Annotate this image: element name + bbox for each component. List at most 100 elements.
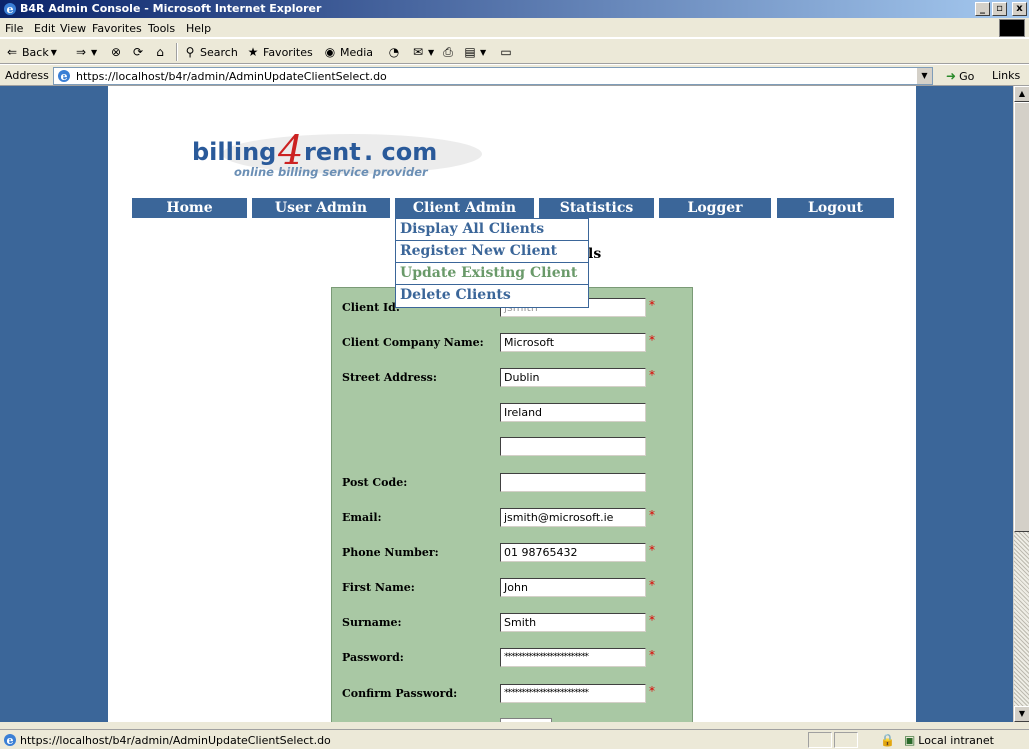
media-icon: ◉ <box>324 45 336 59</box>
field-input[interactable]: Dublin <box>500 368 646 387</box>
form-row: First Name: John * <box>332 578 694 598</box>
field-input[interactable]: Smith <box>500 613 646 632</box>
nav-user-admin[interactable]: User Admin <box>252 198 390 218</box>
svg-text:online billing service provide: online billing service provider <box>234 165 429 179</box>
history-icon: ◔ <box>388 45 400 59</box>
svg-text:e: e <box>7 3 14 16</box>
maximize-button[interactable]: ▫ <box>992 2 1007 16</box>
stop-icon: ⊗ <box>110 45 122 59</box>
menu-update-existing-client[interactable]: Update Existing Client <box>396 263 588 285</box>
menu-delete-clients[interactable]: Delete Clients <box>396 285 588 307</box>
field-input[interactable]: ************************ <box>500 648 646 667</box>
toolbar-separator <box>176 43 178 61</box>
menu-file[interactable]: File <box>5 22 23 35</box>
refresh-icon: ⟳ <box>132 45 144 59</box>
field-input[interactable]: Ireland <box>500 403 646 422</box>
menu-display-all-clients[interactable]: Display All Clients <box>396 219 588 241</box>
required-marker: * <box>649 578 655 592</box>
dropdown-arrow-icon: ▼ <box>50 47 57 57</box>
forward-button[interactable]: ⇒ ▼ <box>73 45 97 59</box>
field-input[interactable]: Microsoft <box>500 333 646 352</box>
edit-button[interactable]: ▤ ▼ <box>462 45 486 59</box>
nav-client-admin[interactable]: Client Admin <box>395 198 534 218</box>
form-row: Password: ************************ * <box>332 648 694 668</box>
client-form: Client Id:jsmith*Client Company Name:Mic… <box>331 287 693 722</box>
scroll-thumb[interactable] <box>1014 102 1029 532</box>
scroll-track[interactable] <box>1014 532 1029 706</box>
history-button[interactable]: ◔ <box>386 45 402 59</box>
main-nav: Home User Admin Client Admin Statistics … <box>132 198 894 218</box>
field-input[interactable]: ************************ <box>500 684 646 703</box>
back-arrow-icon: ⇐ <box>6 45 18 59</box>
lock-icon: 🔒 <box>880 733 895 747</box>
form-row: Surname: Smith * <box>332 613 694 633</box>
media-button[interactable]: ◉ Media <box>322 45 373 59</box>
status-pane <box>834 732 858 748</box>
favorites-icon: ★ <box>247 45 259 59</box>
field-input[interactable]: 01 98765432 <box>500 543 646 562</box>
intranet-icon: ▣ <box>903 733 916 747</box>
print-button[interactable]: ⎙ <box>440 45 456 59</box>
close-button[interactable]: x <box>1012 2 1027 16</box>
menu-edit[interactable]: Edit <box>34 22 55 35</box>
field-input[interactable] <box>500 473 646 492</box>
form-row: Ireland <box>332 403 694 423</box>
scroll-down-button[interactable]: ▼ <box>1014 706 1029 722</box>
mail-button[interactable]: ✉ ▼ <box>410 45 434 59</box>
home-button[interactable]: ⌂ <box>152 45 168 59</box>
dropdown-arrow-icon: ▼ <box>480 47 487 57</box>
dropdown-arrow-icon: ▼ <box>428 47 435 57</box>
title-bar: e B4R Admin Console - Microsoft Internet… <box>0 0 1029 18</box>
vertical-scrollbar[interactable]: ▲ ▼ <box>1013 86 1029 722</box>
form-row <box>332 437 694 457</box>
field-label: Post Code: <box>342 476 408 489</box>
menu-view[interactable]: View <box>60 22 86 35</box>
discuss-button[interactable]: ▭ <box>498 45 514 59</box>
security-zone: 🔒 ▣ Local intranet <box>880 733 994 747</box>
address-input[interactable]: e https://localhost/b4r/admin/AdminUpdat… <box>53 67 933 85</box>
page-heading: ls <box>588 246 602 262</box>
form-row: Confirm Password: ***********************… <box>332 684 694 704</box>
required-marker: * <box>649 543 655 557</box>
back-button[interactable]: ⇐ Back ▼ <box>4 45 57 59</box>
field-input[interactable]: jsmith@microsoft.ie <box>500 508 646 527</box>
field-input[interactable]: John <box>500 578 646 597</box>
links-button[interactable]: Links <box>992 69 1020 82</box>
required-marker: * <box>649 333 655 347</box>
print-icon: ⎙ <box>443 45 453 59</box>
nav-home[interactable]: Home <box>132 198 247 218</box>
nav-logout[interactable]: Logout <box>777 198 894 218</box>
scroll-up-button[interactable]: ▲ <box>1014 86 1029 102</box>
page-icon: e <box>58 70 70 83</box>
field-label: Client Company Name: <box>342 336 484 349</box>
address-bar: Address e https://localhost/b4r/admin/Ad… <box>0 64 1029 86</box>
menu-register-new-client[interactable]: Register New Client <box>396 241 588 263</box>
field-label: Surname: <box>342 616 402 629</box>
nav-logger[interactable]: Logger <box>659 198 771 218</box>
nav-statistics[interactable]: Statistics <box>539 198 654 218</box>
menu-favorites[interactable]: Favorites <box>92 22 142 35</box>
required-marker: * <box>649 648 655 662</box>
form-row: Phone Number: 01 98765432 * <box>332 543 694 563</box>
edit-icon: ▤ <box>464 45 476 59</box>
svg-text:rent: rent <box>304 138 361 166</box>
chevron-down-icon[interactable]: ▼ <box>916 68 932 84</box>
field-label: Phone Number: <box>342 546 439 559</box>
field-label: Street Address: <box>342 371 437 384</box>
form-row: Email: jsmith@microsoft.ie * <box>332 508 694 528</box>
role-select[interactable] <box>500 718 552 722</box>
favorites-button[interactable]: ★ Favorites <box>245 45 313 59</box>
page-content: billing 4 rent . com online billing serv… <box>0 86 1013 722</box>
menu-tools[interactable]: Tools <box>148 22 175 35</box>
minimize-button[interactable]: _ <box>975 2 990 16</box>
home-icon: ⌂ <box>156 45 164 59</box>
go-button[interactable]: ➜ Go <box>946 69 974 83</box>
required-marker: * <box>649 368 655 382</box>
refresh-button[interactable]: ⟳ <box>130 45 146 59</box>
search-button[interactable]: ⚲ Search <box>182 45 238 59</box>
discuss-icon: ▭ <box>500 45 512 59</box>
address-label: Address <box>5 69 49 82</box>
stop-button[interactable]: ⊗ <box>108 45 124 59</box>
menu-help[interactable]: Help <box>186 22 211 35</box>
field-input[interactable] <box>500 437 646 456</box>
